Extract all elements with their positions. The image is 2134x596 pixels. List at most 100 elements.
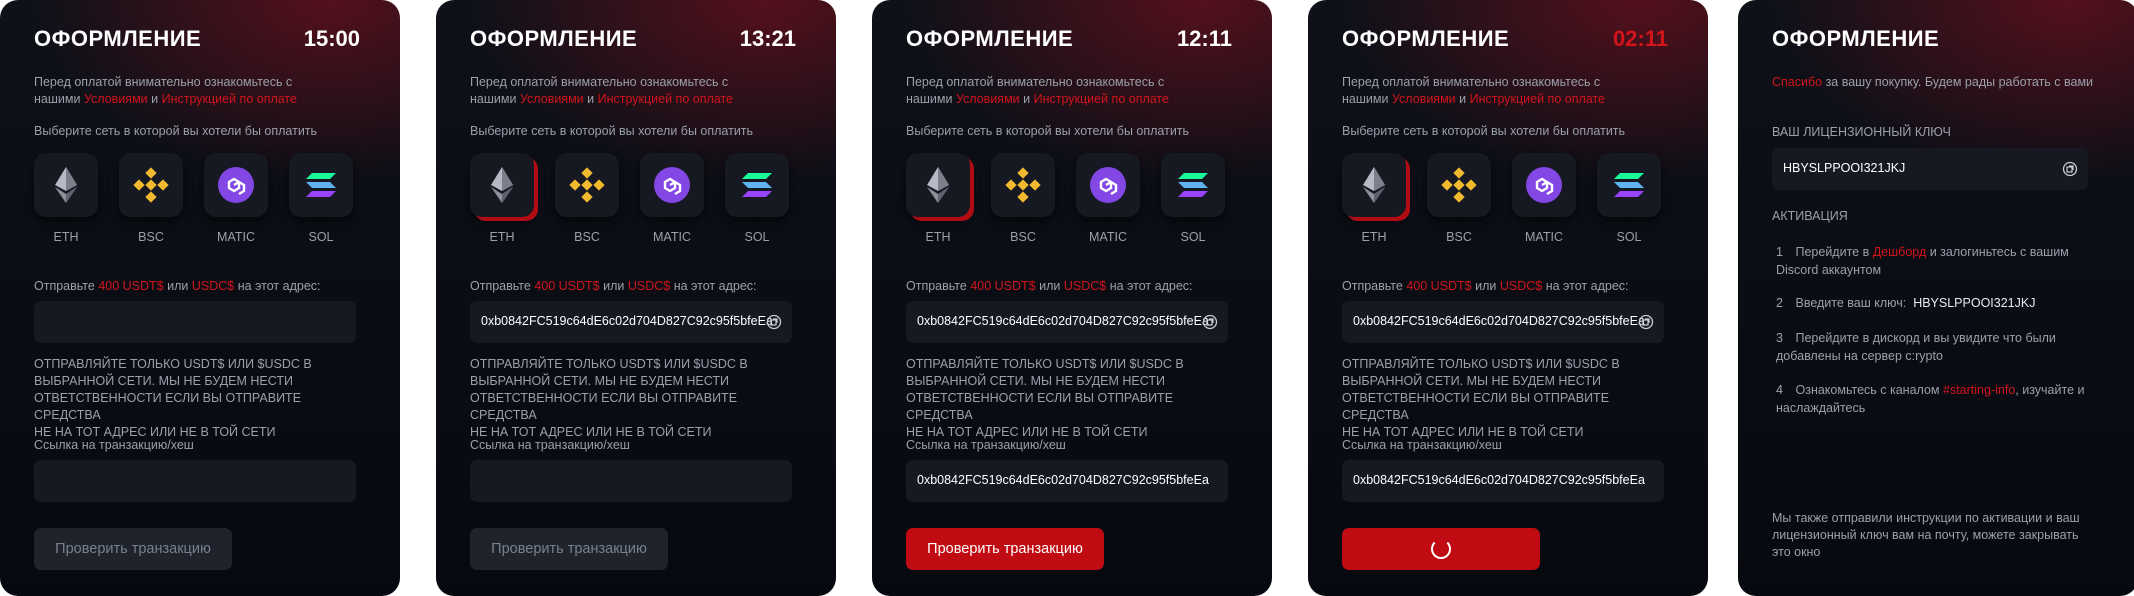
wallet-address-field[interactable]: 0xb0842FC519c64dE6c02d704D827C92c95f5bfe… (470, 301, 792, 343)
copy-icon[interactable] (2062, 161, 2078, 177)
network-label: SOL (744, 230, 770, 244)
loading-spinner-icon (1431, 539, 1451, 559)
countdown-timer: 12:11 (1176, 26, 1232, 51)
ethereum-icon (55, 167, 77, 203)
checkout-card-loading: ОФОРМЛЕНИЕ 02:11 Перед оплатой вниматель… (1308, 0, 1708, 596)
terms-link[interactable]: Условиями (520, 92, 584, 106)
network-eth-button[interactable] (34, 153, 98, 217)
dashboard-link[interactable]: Дешборд (1873, 245, 1927, 259)
intro-text: Перед оплатой внимательно ознакомьтесь с… (1342, 75, 1605, 106)
network-matic-button[interactable] (204, 153, 268, 217)
network-label: ETH (925, 230, 951, 244)
wallet-address-field[interactable]: 0xb0842FC519c64dE6c02d704D827C92c95f5bfe… (906, 301, 1228, 343)
network-matic-button[interactable] (1512, 153, 1576, 217)
terms-link[interactable]: Условиями (1392, 92, 1456, 106)
tx-hash-input[interactable]: 0xb0842FC519c64dE6c02d704D827C92c95f5bfe… (906, 460, 1228, 502)
license-key-field[interactable]: HBYSLPPOOI321JKJ (1772, 148, 2088, 190)
bnb-icon (1005, 167, 1041, 203)
verify-transaction-button[interactable]: Проверить транзакцию (906, 528, 1104, 570)
tx-hash-input[interactable] (34, 460, 356, 502)
polygon-icon (1090, 167, 1126, 203)
network-eth-button[interactable] (906, 153, 970, 217)
choose-network-label: Выберите сеть в которой вы хотели бы опл… (906, 124, 1190, 138)
terms-link[interactable]: Условиями (84, 92, 148, 106)
checkout-card-initial: ОФОРМЛЕНИЕ 15:00 Перед оплатой вниматель… (0, 0, 400, 596)
starting-info-link[interactable]: #starting-info (1943, 383, 2015, 397)
polygon-icon (218, 167, 254, 203)
intro-text: Перед оплатой внимательно ознакомьтесь с… (906, 75, 1169, 106)
thanks-text: Спасибо за вашу покупку. Будем рады рабо… (1772, 75, 2094, 89)
activation-label: АКТИВАЦИЯ (1772, 209, 1848, 223)
verify-transaction-button[interactable]: Проверить транзакцию (34, 528, 232, 570)
payment-instructions-link[interactable]: Инструкцией по оплате (598, 92, 733, 106)
network-matic-button[interactable] (1076, 153, 1140, 217)
network-label: BSC (138, 230, 164, 244)
checkout-card-success: ОФОРМЛЕНИЕ Спасибо за вашу покупку. Буде… (1738, 0, 2134, 596)
solana-icon (1178, 173, 1208, 197)
checkout-card-address: ОФОРМЛЕНИЕ 13:21 Перед оплатой вниматель… (436, 0, 836, 596)
tx-hash-value: 0xb0842FC519c64dE6c02d704D827C92c95f5bfe… (917, 473, 1209, 487)
countdown-timer: 13:21 (739, 26, 796, 51)
network-label: BSC (1010, 230, 1036, 244)
network-sol-button[interactable] (725, 153, 789, 217)
network-bsc-button[interactable] (991, 153, 1055, 217)
send-instruction: Отправьте 400 USDT$ или USDC$ на этот ад… (34, 279, 321, 293)
solana-icon (1614, 173, 1644, 197)
payment-instructions-link[interactable]: Инструкцией по оплате (1034, 92, 1169, 106)
tx-hash-label: Ссылка на транзакцию/хеш (34, 438, 194, 452)
network-eth-button[interactable] (1342, 153, 1406, 217)
warning-text: ОТПРАВЛЯЙТЕ ТОЛЬКО USDT$ ИЛИ $USDC В ВЫБР… (470, 357, 748, 439)
network-sol-button[interactable] (289, 153, 353, 217)
copy-icon[interactable] (1638, 314, 1654, 330)
network-bsc-button[interactable] (119, 153, 183, 217)
network-label: MATIC (217, 230, 255, 244)
network-eth-button[interactable] (470, 153, 534, 217)
card-title: ОФОРМЛЕНИЕ (1772, 26, 1940, 51)
tx-hash-label: Ссылка на транзакцию/хеш (1342, 438, 1502, 452)
intro-text: Перед оплатой внимательно ознакомьтесь с… (34, 75, 297, 106)
terms-link[interactable]: Условиями (956, 92, 1020, 106)
wallet-address-field[interactable] (34, 301, 356, 343)
tx-hash-label: Ссылка на транзакцию/хеш (470, 438, 630, 452)
bnb-icon (1441, 167, 1477, 203)
bnb-icon (569, 167, 605, 203)
countdown-timer: 02:11 (1612, 26, 1668, 51)
tx-hash-input[interactable] (470, 460, 792, 502)
polygon-icon (1526, 167, 1562, 203)
network-sol-button[interactable] (1161, 153, 1225, 217)
tx-hash-label: Ссылка на транзакцию/хеш (906, 438, 1066, 452)
network-bsc-button[interactable] (555, 153, 619, 217)
solana-icon (742, 173, 772, 197)
network-label: MATIC (1089, 230, 1127, 244)
payment-instructions-link[interactable]: Инструкцией по оплате (1470, 92, 1605, 106)
wallet-address-field[interactable]: 0xb0842FC519c64dE6c02d704D827C92c95f5bfe… (1342, 301, 1664, 343)
copy-icon[interactable] (1202, 314, 1218, 330)
footer-note: Мы также отправили инструкции по активац… (1772, 511, 2080, 559)
polygon-icon (654, 167, 690, 203)
wallet-address: 0xb0842FC519c64dE6c02d704D827C92c95f5bfe… (917, 314, 1209, 328)
send-instruction: Отправьте 400 USDT$ или USDC$ на этот ад… (1342, 279, 1629, 293)
card-title: ОФОРМЛЕНИЕ (470, 26, 638, 51)
send-instruction: Отправьте 400 USDT$ или USDC$ на этот ад… (470, 279, 757, 293)
tx-hash-input[interactable]: 0xb0842FC519c64dE6c02d704D827C92c95f5bfe… (1342, 460, 1664, 502)
copy-icon[interactable] (766, 314, 782, 330)
network-label: ETH (53, 230, 79, 244)
bnb-icon (133, 167, 169, 203)
network-sol-button[interactable] (1597, 153, 1661, 217)
checkout-card-ready: ОФОРМЛЕНИЕ 12:11 Перед оплатой вниматель… (872, 0, 1272, 596)
network-label: ETH (489, 230, 515, 244)
activation-step: 1 Перейдите в Дешборд и залогиньтесь с в… (1776, 245, 2069, 277)
network-label: MATIC (1525, 230, 1563, 244)
payment-instructions-link[interactable]: Инструкцией по оплате (162, 92, 297, 106)
verify-transaction-button-loading[interactable] (1342, 528, 1540, 570)
network-bsc-button[interactable] (1427, 153, 1491, 217)
verify-transaction-button[interactable]: Проверить транзакцию (470, 528, 668, 570)
license-key-label: ВАШ ЛИЦЕНЗИОННЫЙ КЛЮЧ (1772, 125, 1951, 139)
network-label: BSC (1446, 230, 1472, 244)
countdown-timer: 15:00 (303, 26, 360, 51)
activation-key: HBYSLPPOOI321JKJ (1913, 296, 2036, 310)
network-matic-button[interactable] (640, 153, 704, 217)
network-label: MATIC (653, 230, 691, 244)
warning-text: ОТПРАВЛЯЙТЕ ТОЛЬКО USDT$ ИЛИ $USDC В ВЫБР… (34, 357, 312, 439)
tx-hash-value: 0xb0842FC519c64dE6c02d704D827C92c95f5bfe… (1353, 473, 1645, 487)
